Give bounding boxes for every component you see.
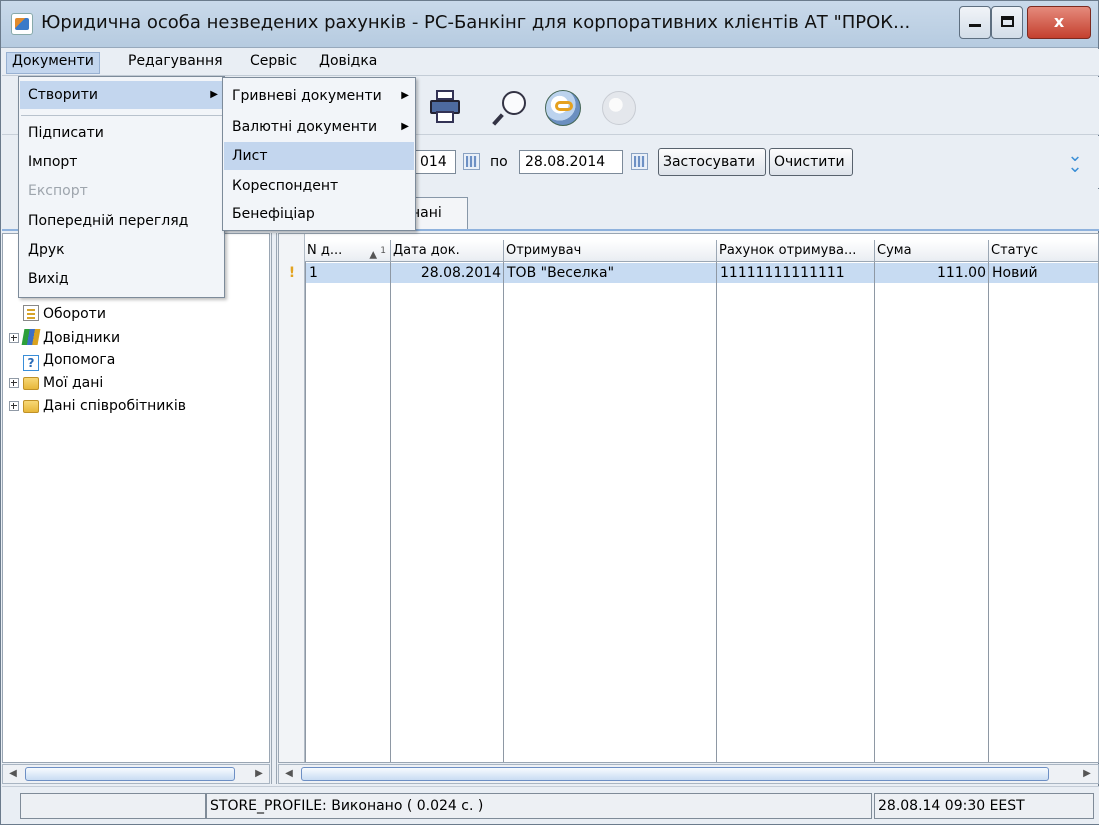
menu-bar: Документи Редагування Сервіс Довідка <box>2 49 1099 76</box>
navigation-tree: Обороти Довідники ? Допомога Мої дані Дан… <box>2 233 270 763</box>
col-header-date[interactable]: Дата док. <box>391 240 504 262</box>
help-icon: ? <box>23 355 39 371</box>
submenu-item-correspondent[interactable]: Кореспондент <box>224 172 414 200</box>
disabled-toolbar-button <box>598 87 638 127</box>
scroll-left-icon[interactable]: ◀ <box>281 766 297 782</box>
cell-status[interactable]: Новий <box>989 263 1098 283</box>
status-left-box <box>20 793 206 819</box>
submenu-item-uah-documents[interactable]: Гривневі документи ▶ <box>224 82 414 110</box>
status-message: STORE_PROFILE: Виконано ( 0.024 с. ) <box>206 793 872 819</box>
cell-sum[interactable]: 111.00 <box>875 263 989 283</box>
books-icon <box>21 329 41 345</box>
col-header-number[interactable]: N д... ▲ 1 <box>305 240 391 262</box>
turnover-icon <box>23 305 39 321</box>
tree-item-my-data[interactable]: Мої дані <box>9 373 103 393</box>
documents-table: N д... ▲ 1 Дата док. Отримувач Рахунок о… <box>278 233 1099 763</box>
table-horizontal-scrollbar[interactable]: ◀ ▶ <box>278 764 1099 784</box>
sync-button[interactable] <box>542 87 582 127</box>
tree-horizontal-scrollbar[interactable]: ◀ ▶ <box>2 764 270 784</box>
submenu-arrow-icon: ▶ <box>401 90 409 101</box>
menu-help[interactable]: Довідка <box>313 52 383 74</box>
submenu-arrow-icon: ▶ <box>401 121 409 132</box>
java-app-icon <box>11 13 33 35</box>
expand-icon[interactable] <box>9 401 19 411</box>
col-header-status[interactable]: Статус <box>989 240 1098 262</box>
create-submenu: Гривневі документи ▶ Валютні документи ▶ Л… <box>222 77 416 231</box>
expand-icon[interactable] <box>9 378 19 388</box>
title-bar[interactable]: Юридична особа незведених рахунків - РС-… <box>1 1 1098 48</box>
printer-icon <box>436 90 454 100</box>
folder-icon <box>23 377 39 390</box>
submenu-arrow-icon: ▶ <box>210 89 218 100</box>
preview-button[interactable] <box>490 87 530 127</box>
menu-item-print[interactable]: Друк <box>20 236 223 264</box>
scroll-thumb[interactable] <box>25 767 235 781</box>
calendar-from-icon[interactable] <box>463 153 480 170</box>
minimize-icon <box>969 24 981 27</box>
menu-item-import[interactable]: Імпорт <box>20 148 223 176</box>
cell-date[interactable]: 28.08.2014 <box>391 263 504 283</box>
sort-ascending-icon: ▲ 1 <box>369 246 386 261</box>
menu-item-sign[interactable]: Підписати <box>20 119 223 147</box>
collapse-chevron-icon[interactable]: ⌄ ⌄ <box>1066 147 1084 176</box>
scroll-left-icon[interactable]: ◀ <box>5 766 21 782</box>
close-icon: x <box>1053 12 1065 31</box>
menu-item-exit[interactable]: Вихід <box>20 265 223 293</box>
warning-icon: ! <box>288 265 296 281</box>
cell-account[interactable]: 11111111111111 <box>717 263 875 283</box>
maximize-icon <box>1000 16 1014 27</box>
tree-item-employees-data[interactable]: Дані співробітників <box>9 396 186 416</box>
date-to-field[interactable]: 28.08.2014 <box>519 150 623 174</box>
expand-icon[interactable] <box>9 333 19 343</box>
disc-icon <box>602 91 636 125</box>
cell-number[interactable]: 1 <box>306 263 391 283</box>
menu-editing[interactable]: Редагування <box>122 52 229 74</box>
date-separator-label: по <box>490 154 508 170</box>
submenu-item-currency-documents[interactable]: Валютні документи ▶ <box>224 113 414 141</box>
app-window: Юридична особа незведених рахунків - РС-… <box>0 0 1099 825</box>
submenu-item-beneficiary[interactable]: Бенефіціар <box>224 200 414 228</box>
row-header-column <box>279 234 305 762</box>
cell-recipient[interactable]: ТОВ "Веселка" <box>504 263 717 283</box>
window-title: Юридична особа незведених рахунків - РС-… <box>41 12 911 33</box>
documents-menu: Створити ▶ Підписати Імпорт Експорт Попер… <box>18 76 225 298</box>
scroll-thumb[interactable] <box>301 767 1049 781</box>
status-datetime: 28.08.14 09:30 EEST <box>874 793 1094 819</box>
close-button[interactable]: x <box>1027 6 1091 39</box>
tree-item-turnover[interactable]: Обороти <box>23 304 106 324</box>
menu-item-create[interactable]: Створити ▶ <box>20 81 223 109</box>
menu-item-preview[interactable]: Попередній перегляд <box>20 207 223 235</box>
panel-splitter[interactable] <box>271 233 277 784</box>
print-button[interactable] <box>426 87 466 127</box>
menu-documents[interactable]: Документи <box>6 52 100 74</box>
status-bar: STORE_PROFILE: Виконано ( 0.024 с. ) 28.… <box>2 786 1099 824</box>
menu-item-export: Експорт <box>28 183 88 199</box>
tree-item-directories[interactable]: Довідники <box>9 328 120 348</box>
col-header-account[interactable]: Рахунок отримува... <box>717 240 875 262</box>
col-header-sum[interactable]: Сума <box>875 240 989 262</box>
apply-button[interactable]: Застосувати <box>658 148 766 176</box>
date-from-field[interactable]: 014 <box>414 150 456 174</box>
magnifier-icon <box>502 91 526 115</box>
folder-icon <box>23 400 39 413</box>
tree-item-help[interactable]: ? Допомога <box>23 350 115 371</box>
col-header-recipient[interactable]: Отримувач <box>504 240 717 262</box>
scroll-right-icon[interactable]: ▶ <box>251 766 267 782</box>
clear-button[interactable]: Очистити <box>769 148 853 176</box>
maximize-button[interactable] <box>991 6 1023 39</box>
submenu-item-letter[interactable]: Лист <box>224 142 414 170</box>
calendar-to-icon[interactable] <box>631 153 648 170</box>
menu-service[interactable]: Сервіс <box>244 52 303 74</box>
minimize-button[interactable] <box>959 6 991 39</box>
scroll-right-icon[interactable]: ▶ <box>1079 766 1095 782</box>
